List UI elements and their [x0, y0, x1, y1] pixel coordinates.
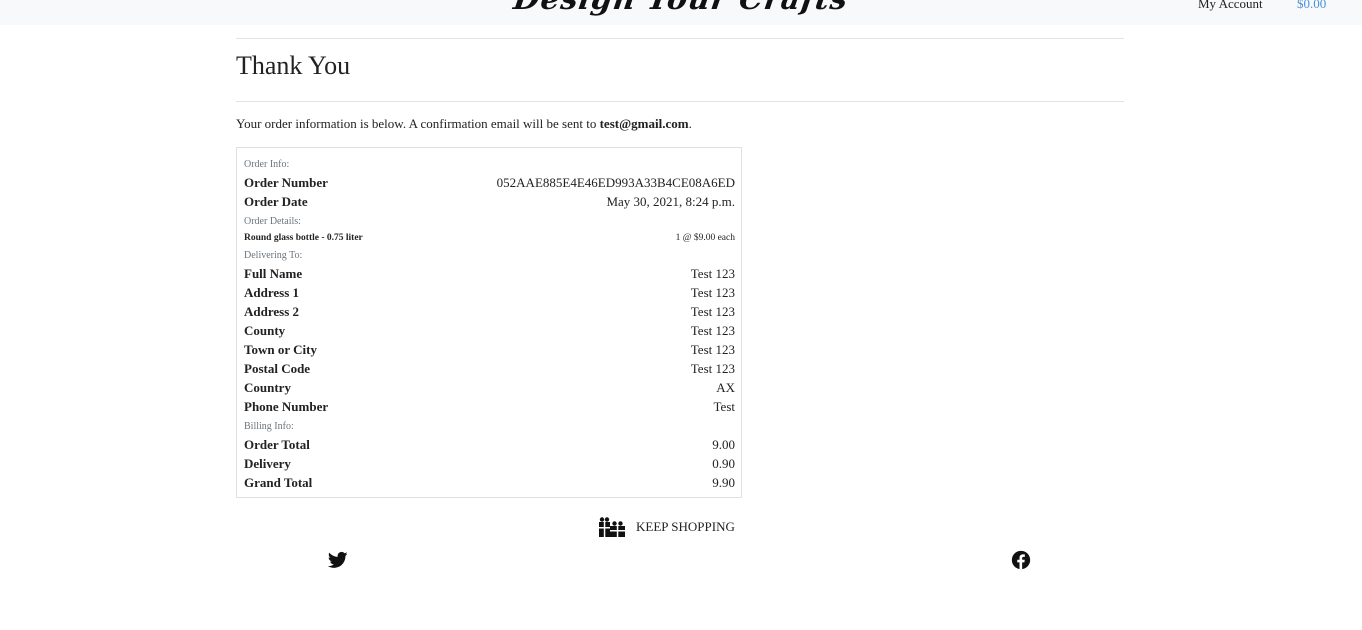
row-label: Order Number	[244, 175, 328, 190]
divider	[236, 38, 1124, 39]
section-label-delivering-to: Delivering To:	[244, 250, 303, 261]
row-value: 052AAE885E4E46ED993A33B4CE08A6ED	[496, 175, 735, 190]
row-label: Order Total	[244, 437, 310, 452]
my-account-link[interactable]: My Account	[1198, 0, 1263, 12]
phone-number-row: Phone Number Test	[244, 397, 735, 416]
row-value: Test 123	[690, 266, 735, 281]
twitter-icon[interactable]	[328, 550, 348, 570]
row-value: May 30, 2021, 8:24 p.m.	[606, 194, 735, 209]
row-value: Test 123	[690, 304, 735, 319]
row-label: Phone Number	[244, 399, 329, 414]
section-label-billing-info: Billing Info:	[244, 421, 294, 432]
order-date-row: Order Date May 30, 2021, 8:24 p.m.	[244, 192, 735, 211]
row-label: Full Name	[244, 266, 303, 281]
item-name: Round glass bottle - 0.75 liter	[244, 233, 363, 243]
section-label-order-details: Order Details:	[244, 216, 301, 227]
order-summary-card: Order Info: Order Number 052AAE885E4E46E…	[236, 147, 742, 498]
row-label: County	[244, 323, 286, 338]
row-label: Address 2	[244, 304, 300, 319]
row-label: Order Date	[244, 194, 308, 209]
section-label-order-info: Order Info:	[244, 159, 290, 170]
row-value: Test	[713, 399, 735, 414]
divider	[236, 101, 1124, 102]
delivery-row: Delivery 0.90	[244, 454, 735, 473]
facebook-icon[interactable]	[1011, 550, 1031, 570]
grand-total-row: Grand Total 9.90	[244, 473, 735, 492]
site-logo[interactable]: Design Your Crafts	[0, 0, 1362, 17]
address-1-row: Address 1 Test 123	[244, 283, 735, 302]
row-value: Test 123	[690, 342, 735, 357]
row-value: Test 123	[690, 323, 735, 338]
row-label: Town or City	[244, 342, 317, 357]
item-qty-price: 1 @ $9.00 each	[675, 233, 735, 243]
order-number-row: Order Number 052AAE885E4E46ED993A33B4CE0…	[244, 173, 735, 192]
row-label: Grand Total	[244, 475, 313, 490]
order-item-row: Round glass bottle - 0.75 liter 1 @ $9.0…	[244, 231, 735, 245]
header-bar: Design Your Crafts My Account $0.00	[0, 0, 1362, 25]
confirmation-text: Your order information is below. A confi…	[236, 116, 692, 131]
row-value: Test 123	[690, 285, 735, 300]
gifts-icon	[599, 517, 625, 537]
row-value: 9.90	[712, 475, 735, 490]
row-label: Delivery	[244, 456, 291, 471]
keep-shopping-label: KEEP SHOPPING	[636, 519, 735, 534]
full-name-row: Full Name Test 123	[244, 264, 735, 283]
row-value: 9.00	[712, 437, 735, 452]
row-value: AX	[716, 380, 735, 395]
row-label: Address 1	[244, 285, 300, 300]
row-value: 0.90	[712, 456, 735, 471]
order-total-row: Order Total 9.00	[244, 435, 735, 454]
cart-total-link[interactable]: $0.00	[1297, 0, 1326, 12]
country-row: Country AX	[244, 378, 735, 397]
row-label: Country	[244, 380, 291, 395]
address-2-row: Address 2 Test 123	[244, 302, 735, 321]
page-title: Thank You	[236, 51, 351, 80]
postal-code-row: Postal Code Test 123	[244, 359, 735, 378]
row-value: Test 123	[690, 361, 735, 376]
row-label: Postal Code	[244, 361, 311, 376]
confirmation-email: test@gmail.com	[599, 116, 689, 131]
county-row: County Test 123	[244, 321, 735, 340]
keep-shopping-button[interactable]: KEEP SHOPPING	[598, 516, 735, 538]
town-city-row: Town or City Test 123	[244, 340, 735, 359]
